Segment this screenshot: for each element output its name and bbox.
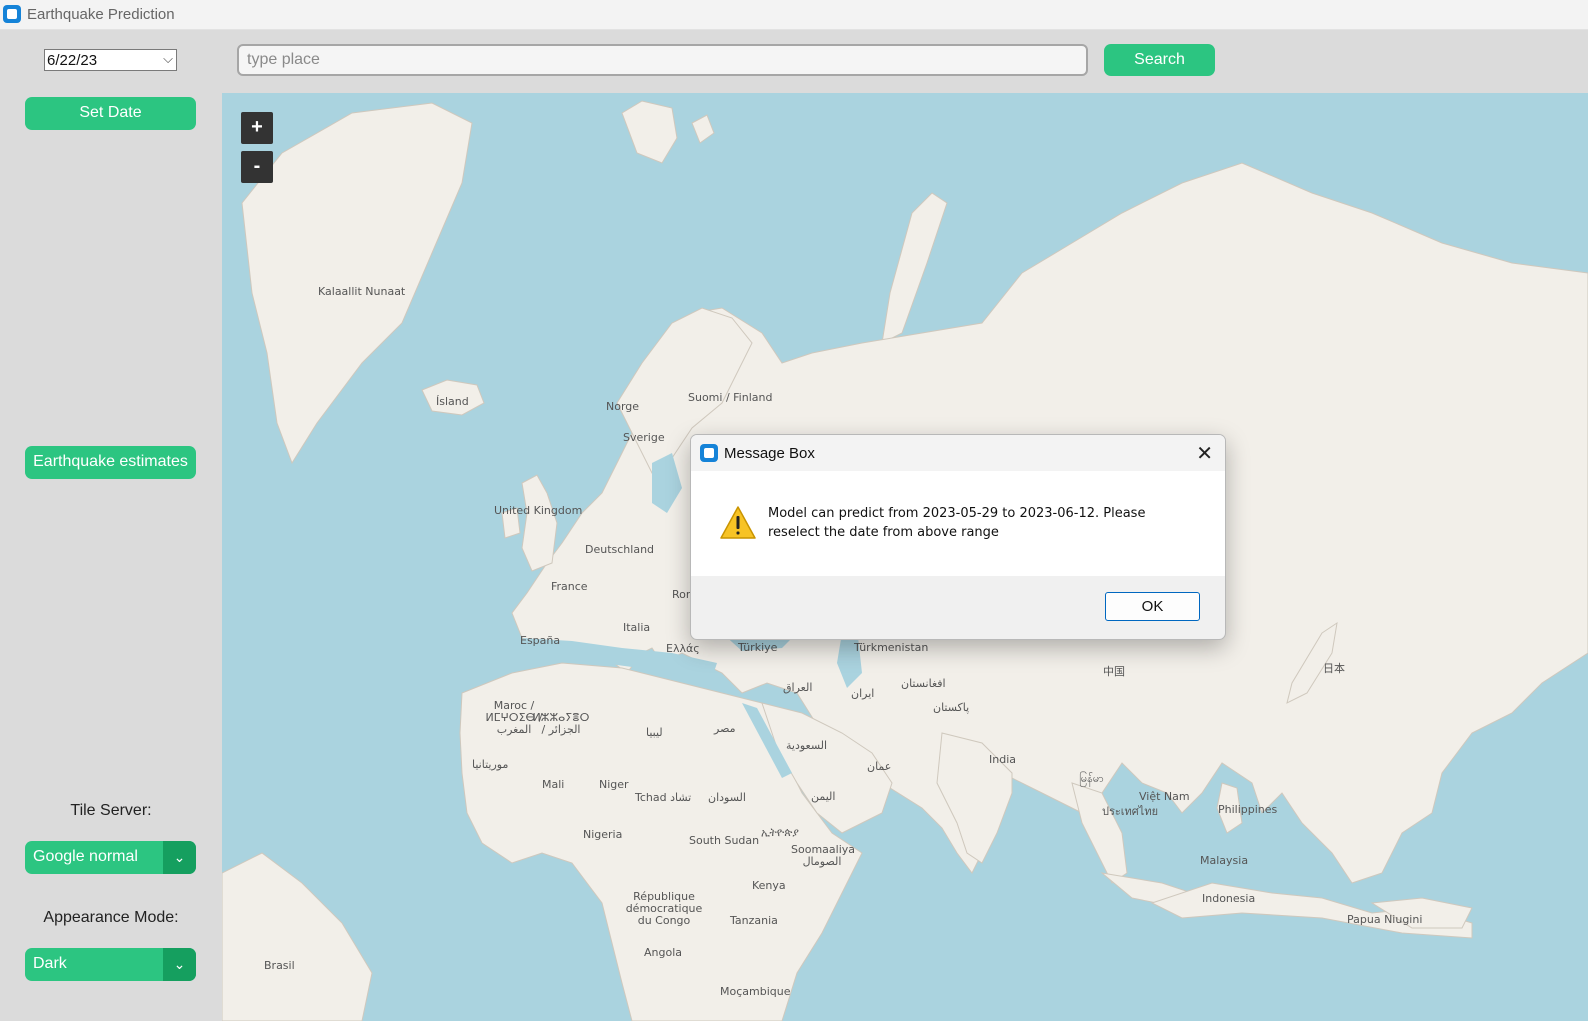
chevron-down-icon[interactable]: ⌄ — [163, 948, 196, 981]
map-label: العراق — [783, 681, 813, 694]
dialog-message: Model can predict from 2023-05-29 to 202… — [768, 506, 1146, 540]
chevron-down-icon[interactable]: ⌵ — [163, 51, 173, 67]
app-icon — [700, 444, 718, 462]
earthquake-estimates-button[interactable]: Earthquake estimates — [25, 446, 196, 479]
dialog-title: Message Box — [724, 445, 815, 462]
map-label: ليبيا — [646, 726, 663, 739]
map-label: Papua Niugini — [1347, 913, 1423, 926]
map-label: ایران — [851, 687, 875, 700]
map-label: South Sudan — [689, 834, 760, 847]
map-label: Türkmenistan — [854, 641, 929, 654]
dialog-titlebar: Message Box ✕ — [691, 435, 1225, 471]
map-label: السعودية — [786, 739, 828, 752]
window-title: Earthquake Prediction — [27, 6, 175, 23]
map-label: Angola — [644, 946, 683, 959]
chevron-down-icon[interactable]: ⌄ — [163, 841, 196, 874]
ok-button[interactable]: OK — [1105, 592, 1200, 621]
map-label: Kalaallit Nunaat — [318, 285, 406, 298]
set-date-button[interactable]: Set Date — [25, 97, 196, 130]
zoom-out-button[interactable]: - — [241, 151, 273, 183]
map-label: Nigeria — [583, 828, 623, 841]
map-label: ኢትዮጵያ — [761, 826, 799, 839]
map-label: Malaysia — [1200, 854, 1249, 867]
tile-server-value: Google normal — [33, 848, 138, 865]
map-label: پاکستان — [933, 701, 970, 714]
map-label: Brasil — [264, 959, 295, 972]
map-label: España — [520, 634, 561, 647]
map-label: Italia — [623, 621, 651, 634]
map-label: Tchad تشاد — [635, 791, 692, 804]
window-titlebar: Earthquake Prediction — [0, 0, 1588, 30]
tile-server-label: Tile Server: — [70, 802, 152, 819]
message-box-dialog: Message Box ✕ Model can predict from 202… — [690, 434, 1226, 640]
map-label: Sverige — [623, 431, 665, 444]
map-label: Tanzania — [730, 914, 778, 927]
map-label: Philippines — [1218, 803, 1278, 816]
map-label: United Kingdom — [494, 504, 583, 517]
map-label: 日本 — [1323, 662, 1345, 675]
map-label: Deutschland — [585, 543, 655, 556]
map-label: السودان — [708, 791, 746, 804]
warning-icon — [720, 506, 756, 539]
map-label: اليمن — [811, 790, 836, 803]
map-label: Niger — [599, 778, 629, 791]
map-label: Türkiye — [738, 641, 778, 654]
map-label: مصر — [714, 722, 736, 735]
date-value: 6/22/23 — [47, 52, 98, 69]
appearance-mode-value: Dark — [33, 955, 67, 972]
map-label: Indonesia — [1202, 892, 1256, 905]
dialog-body: Model can predict from 2023-05-29 to 202… — [691, 471, 1225, 576]
map-label: Norge — [606, 400, 640, 413]
zoom-in-button[interactable]: + — [241, 112, 273, 144]
search-button[interactable]: Search — [1104, 44, 1215, 76]
date-picker[interactable]: 6/22/23 ⌵ — [44, 49, 177, 71]
map-label: မြန်မာ — [1079, 772, 1104, 785]
search-input[interactable] — [237, 44, 1088, 76]
map-label: افغانستان — [901, 677, 946, 690]
map-label: Soomaaliya الصومال — [791, 843, 856, 868]
map-label: Suomi / Finland — [688, 391, 773, 404]
map-label: Moçambique — [720, 985, 791, 998]
map-label: Ελλάς — [666, 642, 700, 655]
map-label: Kenya — [752, 879, 786, 892]
map-label: République démocratique du Congo — [625, 890, 703, 927]
map-label: موريتانيا — [472, 758, 509, 771]
map-label: France — [551, 580, 588, 593]
appearance-mode-label: Appearance Mode: — [43, 909, 179, 926]
map-label: عمان — [867, 760, 892, 773]
map-label: Ísland — [436, 395, 469, 408]
map-label: India — [989, 753, 1016, 766]
map-label: 中国 — [1103, 665, 1125, 678]
map-label: Mali — [542, 778, 565, 791]
app-icon — [3, 5, 21, 23]
appearance-mode-dropdown[interactable]: Dark ⌄ — [25, 948, 196, 981]
map-label: ประเทศไทย — [1102, 805, 1159, 818]
map-label: ⵍⵣⵣⴰⵢⴻⵔ / الجزائر — [532, 711, 590, 736]
close-icon[interactable]: ✕ — [1196, 441, 1213, 466]
tile-server-dropdown[interactable]: Google normal ⌄ — [25, 841, 196, 874]
map-label: Việt Nam — [1139, 790, 1190, 803]
